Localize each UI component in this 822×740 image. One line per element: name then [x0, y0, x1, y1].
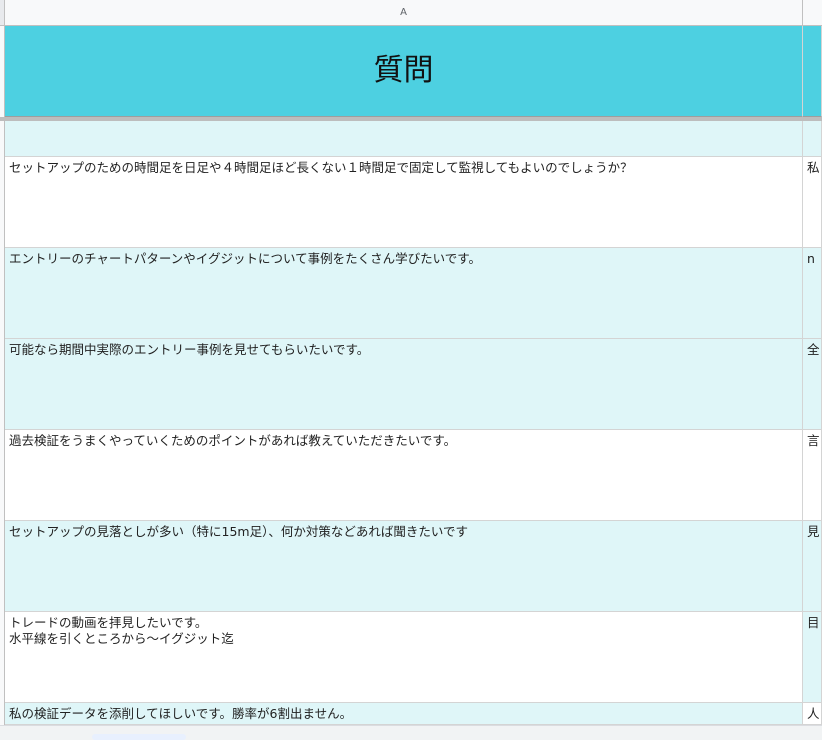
answer-cell[interactable]: 言 [803, 430, 822, 521]
question-cell[interactable]: トレードの動画を拝見したいです。 水平線を引くところから～イグジット迄 [5, 612, 803, 703]
question-cell[interactable]: 過去検証をうまくやっていくためのポイントがあれば教えていただきたいです。 [5, 430, 803, 521]
question-cell[interactable]: セットアップのための時間足を日足や４時間足ほど長くない１時間足で固定して監視して… [5, 157, 803, 248]
question-cell[interactable]: セットアップの見落としが多い（特に15m足）、何か対策などあれば聞きたいです [5, 521, 803, 612]
answer-cell[interactable]: 見 [803, 521, 822, 612]
answer-cell[interactable]: 人 [803, 703, 822, 725]
question-cell[interactable]: 可能なら期間中実際のエントリー事例を見せてもらいたいです。 [5, 339, 803, 430]
column-header-row: A [0, 0, 822, 26]
answer-cell[interactable]: n [803, 248, 822, 339]
question-cell[interactable]: 私の検証データを添削してほしいです。勝率が6割出ません。 [5, 703, 803, 725]
column-a-header[interactable]: A [5, 0, 803, 25]
answer-cell[interactable]: 私 [803, 157, 822, 248]
title-cell[interactable]: 質問 [5, 26, 803, 117]
question-cell[interactable]: エントリーのチャートパターンやイグジットについて事例をたくさん学びたいです。 [5, 248, 803, 339]
title-cell-b[interactable] [803, 26, 822, 117]
answer-cell[interactable]: 目 [803, 612, 822, 703]
answer-cell[interactable]: 全 [803, 339, 822, 430]
question-cell[interactable] [5, 121, 803, 157]
horizontal-scrollbar-thumb[interactable] [92, 734, 186, 740]
spreadsheet: A 質問 セットアップのための時間足を日足や４時間足ほど長くない１時間足で固定し… [0, 0, 822, 740]
column-b-header[interactable] [803, 0, 822, 25]
answer-cell[interactable] [803, 121, 822, 157]
